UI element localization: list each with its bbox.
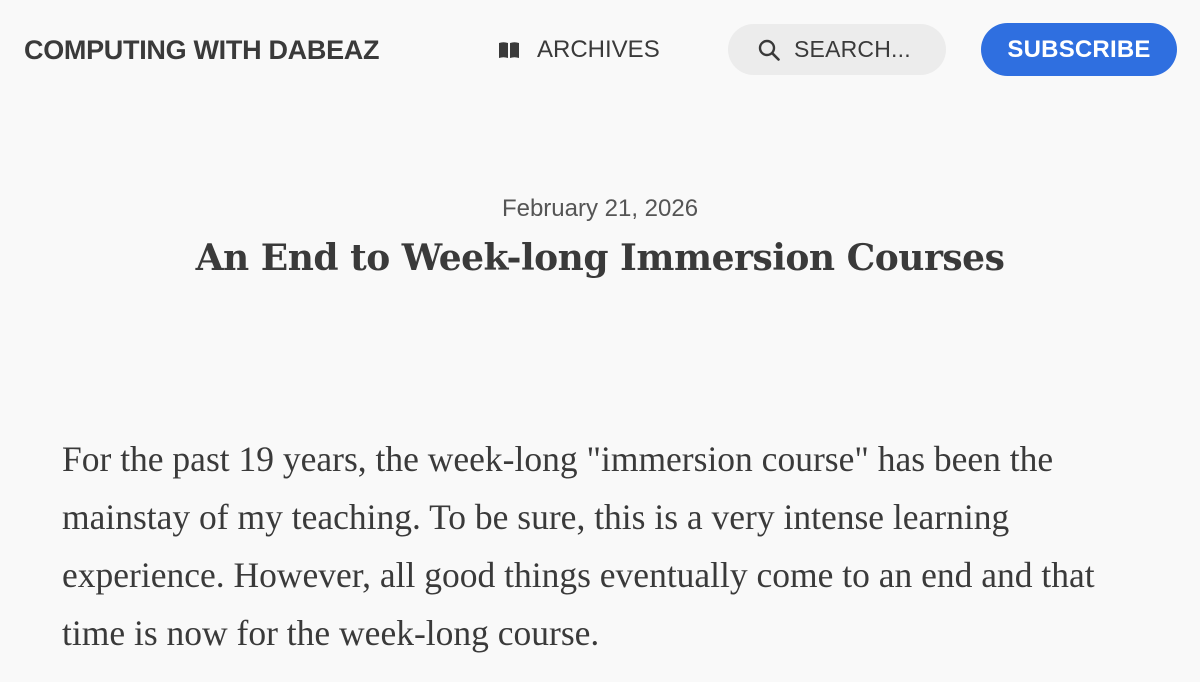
post-title: An End to Week-long Immersion Courses: [195, 237, 1005, 279]
post-date: February 21, 2026: [501, 195, 699, 222]
nav-archives-label: ARCHIVES: [537, 36, 660, 63]
site-title-link[interactable]: COMPUTING WITH DABEAZ: [24, 32, 379, 68]
nav-archives-link[interactable]: ARCHIVES: [498, 32, 660, 68]
search-button[interactable]: SEARCH...: [728, 24, 946, 75]
search-icon: [758, 39, 780, 61]
search-label: SEARCH...: [794, 36, 911, 62]
post-body-paragraph: For the past 19 years, the week-long "im…: [62, 439, 1095, 653]
subscribe-button[interactable]: SUBSCRIBE: [981, 23, 1177, 76]
book-icon: [498, 41, 520, 59]
